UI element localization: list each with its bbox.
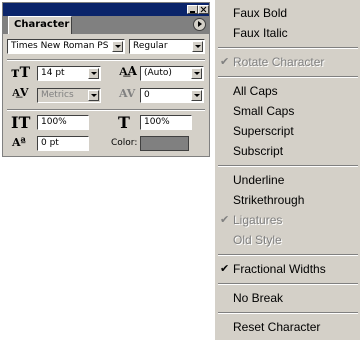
baseline-shift-field[interactable]: 0 pt xyxy=(37,136,89,151)
menu-item-faux-italic[interactable]: Faux Italic xyxy=(233,26,288,40)
close-icon[interactable] xyxy=(198,5,209,14)
chevron-down-icon[interactable] xyxy=(192,41,203,52)
character-options-menu: Faux Bold Faux Italic ✔ Rotate Character All… xyxy=(214,0,360,340)
menu-item-reset-character[interactable]: Reset Character xyxy=(233,320,320,334)
menu-item-ligatures: Ligatures xyxy=(233,213,283,227)
horizontal-scale-field[interactable]: 100% xyxy=(140,115,192,130)
color-swatch[interactable] xyxy=(140,136,189,151)
leading-field[interactable]: (Auto) xyxy=(140,66,204,81)
font-style-value: Regular xyxy=(133,41,168,51)
menu-item-strikethrough[interactable]: Strikethrough xyxy=(233,193,304,207)
divider xyxy=(7,109,205,111)
menu-separator xyxy=(218,254,358,256)
menu-item-small-caps[interactable]: Small Caps xyxy=(233,104,294,118)
baseline-shift-value: 0 pt xyxy=(41,138,59,148)
menu-item-faux-bold[interactable]: Faux Bold xyxy=(233,6,287,20)
character-palette: Character Times New Roman PS Regular ᴛT … xyxy=(2,2,210,157)
font-style-select[interactable]: Regular xyxy=(129,39,205,54)
menu-separator xyxy=(218,283,358,285)
chevron-down-icon[interactable] xyxy=(88,90,99,101)
font-size-icon: ᴛT xyxy=(11,65,31,81)
font-size-field[interactable]: 14 pt xyxy=(37,66,101,81)
menu-item-no-break[interactable]: No Break xyxy=(233,291,283,305)
font-family-select[interactable]: Times New Roman PS xyxy=(7,39,125,54)
menu-separator xyxy=(218,76,358,78)
menu-item-old-style: Old Style xyxy=(233,233,282,247)
menu-item-rotate-character: Rotate Character xyxy=(233,55,325,69)
menu-item-superscript[interactable]: Superscript xyxy=(233,124,294,138)
tab-character[interactable]: Character xyxy=(8,16,72,34)
checkmark-icon: ✔ xyxy=(220,55,230,68)
font-family-value: Times New Roman PS xyxy=(11,41,109,51)
vertical-scale-value: 100% xyxy=(41,117,67,127)
menu-item-all-caps[interactable]: All Caps xyxy=(233,84,278,98)
tracking-value: 0 xyxy=(144,90,150,100)
kerning-value: Metrics xyxy=(41,90,74,100)
tracking-field[interactable]: 0 xyxy=(140,88,204,103)
kerning-field[interactable]: Metrics xyxy=(37,88,101,103)
menu-separator xyxy=(218,47,358,49)
chevron-down-icon[interactable] xyxy=(112,41,123,52)
vertical-scale-field[interactable]: 100% xyxy=(37,115,89,130)
menu-item-underline[interactable]: Underline xyxy=(233,173,284,187)
horizontal-scale-value: 100% xyxy=(144,117,170,127)
menu-separator xyxy=(218,312,358,314)
baseline-shift-icon: Aª xyxy=(12,136,26,149)
color-label: Color: xyxy=(111,138,138,148)
kerning-icon: A͟V xyxy=(12,86,29,99)
font-size-value: 14 pt xyxy=(41,68,65,78)
horizontal-scale-icon: T xyxy=(118,113,130,132)
leading-value: (Auto) xyxy=(144,68,172,78)
minimize-icon[interactable] xyxy=(187,5,198,14)
divider xyxy=(7,59,205,61)
menu-item-subscript[interactable]: Subscript xyxy=(233,144,283,158)
chevron-down-icon[interactable] xyxy=(191,68,202,79)
checkmark-icon: ✔ xyxy=(220,213,230,226)
menu-separator xyxy=(218,165,358,167)
leading-icon: A͟A xyxy=(119,64,137,78)
chevron-down-icon[interactable] xyxy=(88,68,99,79)
tracking-icon: AV xyxy=(119,87,136,100)
vertical-scale-icon: IT xyxy=(11,113,31,132)
palette-menu-icon[interactable] xyxy=(193,18,206,31)
checkmark-icon: ✔ xyxy=(220,262,230,275)
palette-title-bar[interactable] xyxy=(3,3,209,16)
chevron-down-icon[interactable] xyxy=(191,90,202,101)
menu-item-fractional-widths[interactable]: Fractional Widths xyxy=(233,262,326,276)
